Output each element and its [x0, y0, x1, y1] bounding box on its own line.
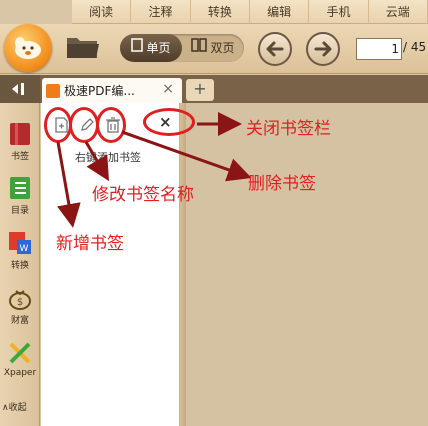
annotation-delete-label: 删除书签 — [248, 174, 316, 194]
annotation-arrows — [56, 112, 252, 228]
annotation-close-label: 关闭书签栏 — [246, 119, 331, 139]
annotation-add-label: 新增书签 — [56, 234, 124, 254]
annotation-rename-label: 修改书签名称 — [92, 185, 194, 205]
